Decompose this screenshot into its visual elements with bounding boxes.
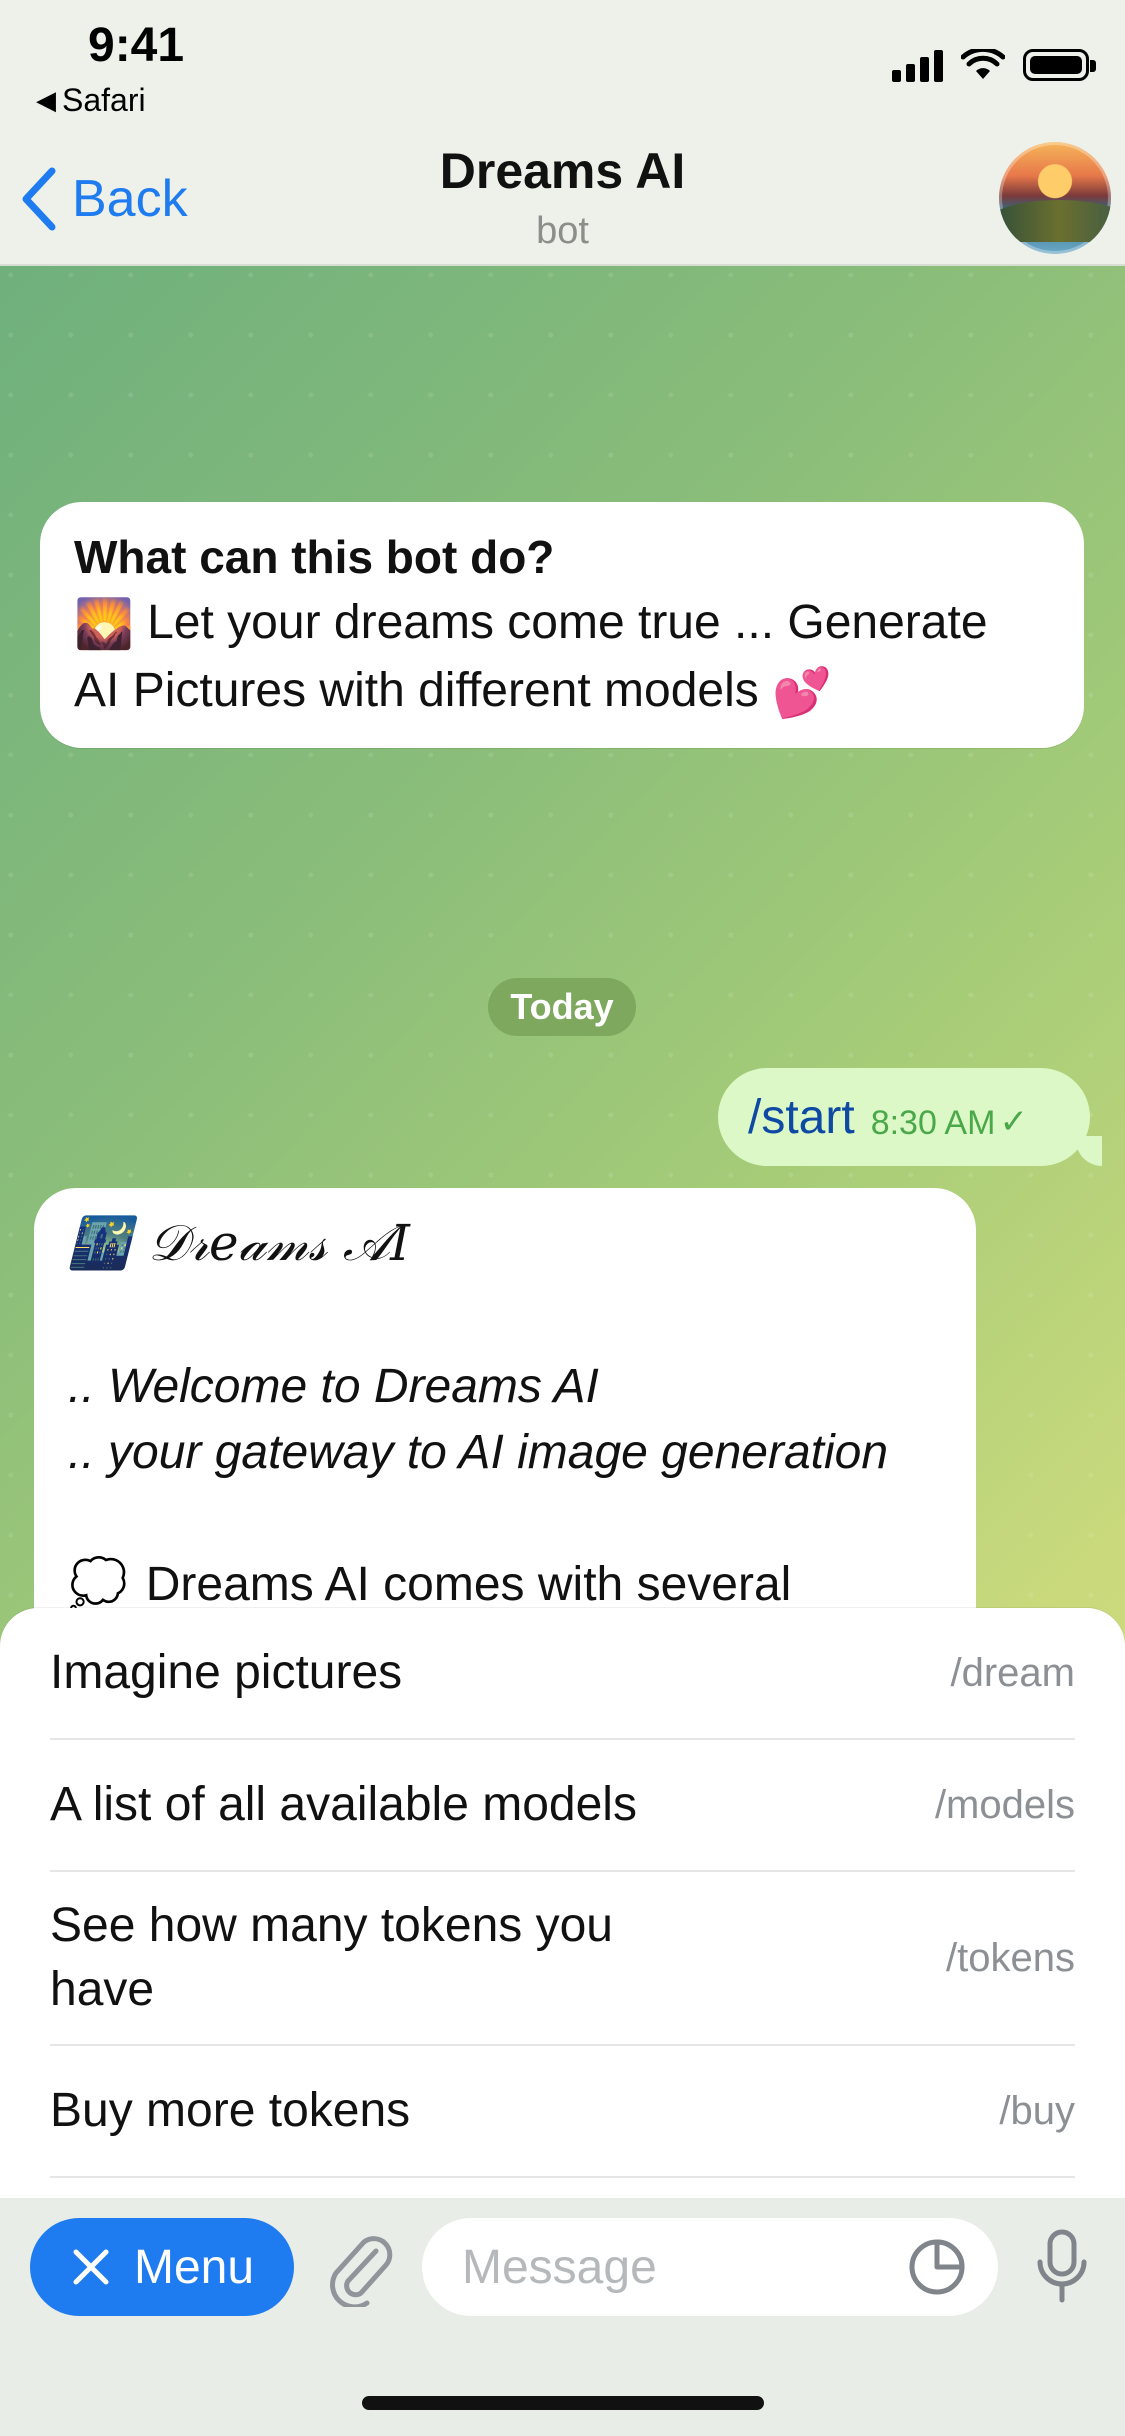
back-to-safari-link[interactable]: ◀ Safari	[36, 82, 146, 119]
read-check-icon: ✓	[999, 1103, 1028, 1141]
bot-avatar[interactable]	[999, 142, 1111, 254]
paperclip-icon	[330, 2236, 393, 2307]
command-label: See how many tokens you have	[50, 1894, 613, 2022]
message-input[interactable]	[460, 2238, 884, 2296]
command-code: /models	[934, 1782, 1075, 1827]
sticker-icon[interactable]	[906, 2236, 968, 2298]
bot-commands-menu: Imagine pictures /dream A list of all av…	[0, 1608, 1125, 2198]
back-to-app-label: Safari	[62, 82, 146, 118]
back-triangle-icon: ◀	[36, 85, 56, 115]
bot-description-title: What can this bot do?	[74, 531, 555, 583]
command-code: /tokens	[946, 1935, 1075, 1980]
command-label-line2: have	[50, 1963, 155, 2016]
battery-icon	[1023, 49, 1096, 81]
chat-subtitle: bot	[536, 210, 589, 252]
welcome-line1: .. Welcome to Dreams AI	[68, 1360, 599, 1413]
status-icons	[892, 48, 1096, 82]
microphone-button[interactable]	[1022, 2220, 1102, 2314]
welcome-heading: 🌃 𝒟𝓇𝑒𝒶𝓂𝓈 𝒜𝐼	[68, 1198, 942, 1288]
chat-title: Dreams AI	[439, 143, 686, 199]
command-label: Buy more tokens	[50, 2084, 411, 2137]
bot-description-text: 🌄 Let your dreams come true ... Generate…	[74, 590, 1050, 727]
cellular-signal-icon	[892, 48, 943, 82]
welcome-line2: .. your gateway to AI image generation	[68, 1426, 889, 1479]
command-item-tokens[interactable]: See how many tokens you have /tokens	[50, 1872, 1075, 2046]
incoming-message[interactable]: 🌃 𝒟𝓇𝑒𝒶𝓂𝓈 𝒜𝐼 .. Welcome to Dreams AI .. y…	[34, 1188, 976, 1648]
command-label: Imagine pictures	[50, 1646, 403, 1699]
sunrise-emoji-icon: 🌄	[74, 598, 134, 652]
welcome-title: 𝒟𝓇𝑒𝒶𝓂𝓈 𝒜𝐼	[148, 1213, 410, 1272]
command-code: /dream	[950, 1650, 1076, 1695]
command-item-buy[interactable]: Buy more tokens /buy	[50, 2046, 1075, 2178]
message-field-container	[422, 2218, 998, 2316]
wifi-icon	[961, 49, 1005, 79]
date-separator: Today	[488, 978, 636, 1036]
chat-title-area[interactable]: Dreams AI bot	[0, 142, 1125, 253]
command-code: /buy	[999, 2088, 1075, 2133]
command-label: A list of all available models	[50, 1778, 637, 1831]
bot-description-line1: Let your dreams come true ... Generate	[147, 596, 988, 649]
microphone-icon	[1037, 2229, 1087, 2303]
menu-button-label: Menu	[133, 2240, 255, 2294]
night-city-emoji-icon: 🌃	[68, 1213, 131, 1272]
status-time: 9:41	[88, 19, 185, 72]
command-label-line1: See how many tokens you	[50, 1899, 613, 1952]
outgoing-message-text: /start	[748, 1090, 855, 1144]
home-indicator[interactable]	[362, 2396, 764, 2410]
message-time: 8:30 AM	[870, 1103, 996, 1142]
command-item-models[interactable]: A list of all available models /models	[50, 1740, 1075, 1872]
outgoing-message[interactable]: /start 8:30 AM ✓	[718, 1068, 1102, 1166]
attach-button[interactable]	[320, 2230, 400, 2310]
bot-description-card: What can this bot do? 🌄 Let your dreams …	[40, 502, 1084, 748]
two-hearts-emoji-icon: 💕	[772, 666, 832, 720]
bot-description-line2: AI Pictures with different models	[74, 664, 759, 718]
close-icon	[73, 2249, 109, 2285]
command-item-dream[interactable]: Imagine pictures /dream	[50, 1608, 1075, 1740]
menu-button[interactable]: Menu	[30, 2218, 294, 2316]
